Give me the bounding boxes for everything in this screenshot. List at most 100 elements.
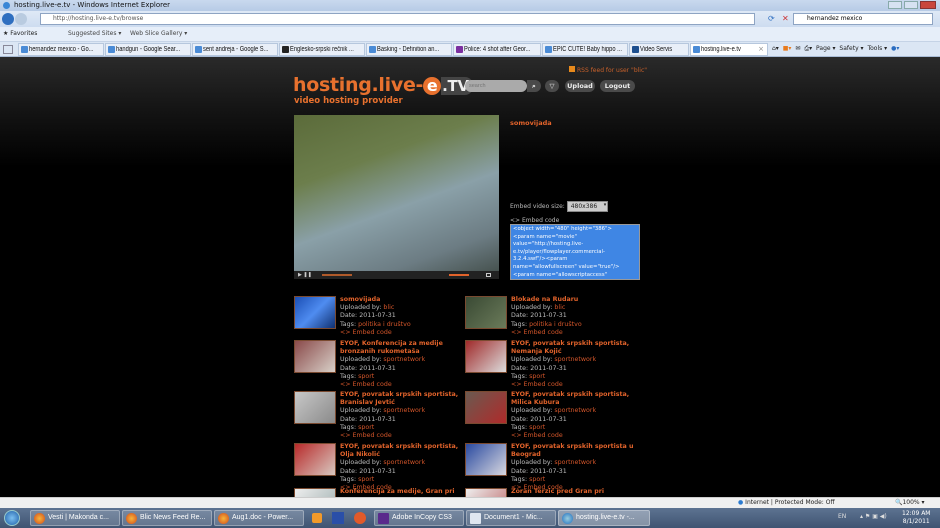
close-tab-icon[interactable]: × [758, 44, 764, 55]
uploader-link[interactable]: sportnetwork [383, 407, 425, 414]
video-thumbnail[interactable] [465, 443, 507, 476]
video-title-link[interactable]: EYOF, povratak srpskih sportista, Milica… [511, 391, 639, 407]
mail-icon[interactable]: ✉ [795, 45, 800, 52]
uploader-link[interactable]: blic [554, 304, 565, 311]
tab-active[interactable]: hosting.live-e.tv × [690, 43, 768, 56]
quick-tabs-button[interactable] [3, 45, 13, 54]
filter-icon[interactable]: ▽ [545, 80, 559, 92]
taskbar-item[interactable]: Vesti | Makonda c... [30, 510, 120, 526]
video-title-link[interactable]: Blokade na Rudaru [511, 296, 639, 304]
tag-link[interactable]: sport [358, 373, 374, 380]
maximize-button[interactable] [904, 1, 918, 9]
address-input[interactable]: http://hosting.live-e.tv/browse [40, 13, 755, 25]
video-thumbnail[interactable] [465, 296, 507, 329]
video-thumbnail[interactable] [465, 488, 507, 497]
media-player-icon[interactable] [312, 513, 322, 523]
uploader-link[interactable]: sportnetwork [554, 356, 596, 363]
tab[interactable]: sent andreja - Google S... [192, 43, 278, 56]
help-icon[interactable]: ●▾ [891, 45, 899, 52]
player-controls[interactable]: ▶ ❚❚ [294, 271, 499, 279]
play-button[interactable]: ▶ ❚❚ [298, 272, 312, 278]
uploader-link[interactable]: sportnetwork [554, 407, 596, 414]
embed-size-select[interactable]: 480x386 ▾ [566, 201, 609, 212]
close-button[interactable] [920, 1, 936, 9]
search-box[interactable]: hernandez mexico [793, 13, 933, 25]
site-logo[interactable]: hosting.live-e .TV [293, 74, 473, 97]
taskbar-item[interactable]: Blic News Feed Re... [122, 510, 212, 526]
taskbar-item[interactable]: Adobe InCopy CS3 [374, 510, 464, 526]
video-thumbnail[interactable] [294, 340, 336, 373]
video-player[interactable]: ▶ ❚❚ [294, 115, 499, 279]
stop-icon[interactable]: ✕ [782, 14, 789, 23]
video-title-link[interactable]: EYOF, povratak srpskih sportista, Branis… [340, 391, 468, 407]
search-icon[interactable]: ⌕ [527, 80, 541, 92]
tag-link[interactable]: sport [358, 476, 374, 483]
site-search-input[interactable] [465, 80, 527, 92]
tab[interactable]: Englesko-srpski rečnik ... [279, 43, 365, 56]
volume-slider[interactable] [449, 274, 469, 276]
video-thumbnail[interactable] [294, 391, 336, 424]
tag-link[interactable]: sport [358, 424, 374, 431]
tray-icons[interactable]: ▴ ⚑ ▣ ◀) [860, 513, 887, 520]
taskbar-item[interactable]: Aug1.doc - Power... [214, 510, 304, 526]
tag-link[interactable]: sport [529, 476, 545, 483]
rss-feed-icon[interactable]: ■▾ [783, 45, 792, 52]
web-slice-gallery-link[interactable]: Web Slice Gallery ▾ [130, 27, 187, 41]
video-thumbnail[interactable] [294, 488, 336, 497]
taskbar-item-active[interactable]: hosting.live-e.tv -... [558, 510, 650, 526]
uploader-link[interactable]: sportnetwork [383, 459, 425, 466]
tab[interactable]: Video Servis [629, 43, 689, 56]
refresh-icon[interactable]: ⟳ [768, 14, 775, 23]
uploader-link[interactable]: sportnetwork [383, 356, 425, 363]
tag-link[interactable]: politika i društvo [529, 321, 582, 328]
tools-menu[interactable]: Tools ▾ [867, 45, 887, 52]
uploader-link[interactable]: blic [383, 304, 394, 311]
print-icon[interactable]: ⎙▾ [804, 45, 812, 52]
save-disk-icon[interactable] [332, 512, 344, 524]
embed-code-link[interactable]: <> Embed code [511, 381, 563, 388]
logout-button[interactable]: Logout [600, 80, 635, 92]
back-button[interactable] [2, 13, 14, 25]
video-title-link[interactable]: Konferencija za medije, Gran pri [340, 488, 468, 496]
favorites-button[interactable]: ★ Favorites [3, 27, 37, 41]
eye-app-icon[interactable] [354, 512, 366, 524]
embed-code-link[interactable]: <> Embed code [340, 381, 392, 388]
tab[interactable]: handgun - Google Sear... [105, 43, 191, 56]
clock[interactable]: 12:09 AM 8/1/2011 [902, 510, 930, 526]
language-indicator[interactable]: EN [838, 513, 846, 520]
embed-code-textarea[interactable]: <object width="480" height="386"><param … [510, 224, 640, 280]
video-thumbnail[interactable] [465, 340, 507, 373]
home-icon[interactable]: ⌂▾ [772, 45, 779, 52]
embed-code-link[interactable]: <> Embed code [340, 432, 392, 439]
video-title-link[interactable]: Zoran Terzić pred Gran pri [511, 488, 639, 496]
minimize-button[interactable] [888, 1, 902, 9]
uploader-link[interactable]: sportnetwork [554, 459, 596, 466]
rss-link[interactable]: RSS feed for user "blic" [569, 66, 647, 74]
zoom-level[interactable]: 🔍100% ▾ [895, 498, 925, 508]
safety-menu[interactable]: Safety ▾ [839, 45, 863, 52]
tab[interactable]: Police: 4 shot after Geor... [453, 43, 541, 56]
video-thumbnail[interactable] [294, 296, 336, 329]
embed-code-link[interactable]: <> Embed code [511, 432, 563, 439]
forward-button[interactable] [15, 13, 27, 25]
tag-link[interactable]: sport [529, 373, 545, 380]
upload-button[interactable]: Upload [565, 80, 595, 92]
embed-code-link[interactable]: <> Embed code [340, 329, 392, 336]
video-title-link[interactable]: somovijada [340, 296, 468, 304]
video-title-link[interactable]: EYOF, povratak srpskih sportista, Olja N… [340, 443, 468, 459]
progress-bar[interactable] [322, 274, 352, 276]
video-title-link[interactable]: EYOF, Konferencija za medije bronzanih r… [340, 340, 468, 356]
video-title-link[interactable]: EYOF, povratak srpskih sportista u Beogr… [511, 443, 639, 459]
fullscreen-button[interactable] [486, 273, 491, 277]
video-thumbnail[interactable] [294, 443, 336, 476]
video-thumbnail[interactable] [465, 391, 507, 424]
embed-code-link[interactable]: <> Embed code [511, 329, 563, 336]
tab[interactable]: EPIC CUTE! Baby hippo ... [542, 43, 628, 56]
taskbar-item[interactable]: Document1 - Mic... [466, 510, 556, 526]
tag-link[interactable]: politika i društvo [358, 321, 411, 328]
tab[interactable]: hernandez mexico - Go... [18, 43, 104, 56]
start-button[interactable] [4, 510, 20, 526]
tab[interactable]: Basking - Definition an... [366, 43, 452, 56]
video-title-link[interactable]: EYOF, povratak srpskih sportista, Nemanj… [511, 340, 639, 356]
page-menu[interactable]: Page ▾ [816, 45, 835, 52]
